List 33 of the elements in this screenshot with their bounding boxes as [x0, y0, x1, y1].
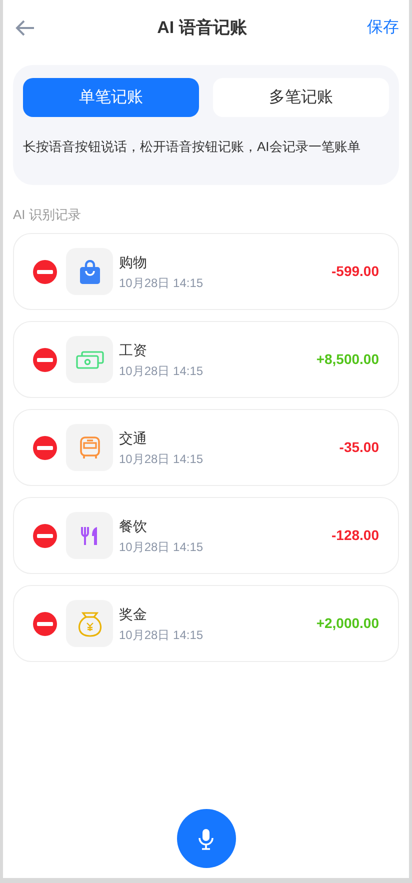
record-time: 10月28日 14:15: [119, 274, 204, 290]
shopping-bag-icon: [78, 260, 100, 284]
mode-tab[interactable]: 多笔记账: [213, 78, 389, 117]
category-name: 奖金: [119, 604, 148, 622]
category-name: 交通: [119, 428, 148, 446]
record-time: 10月28日 14:15: [119, 626, 204, 642]
amount-text: +2,000.00: [316, 614, 379, 633]
record-time: 10月28日 14:15: [119, 538, 204, 554]
money-bag-icon: [78, 610, 102, 636]
record-time: 10月28日 14:15: [119, 362, 204, 378]
delete-icon[interactable]: [33, 260, 57, 284]
banknotes-icon: [76, 350, 104, 368]
delete-icon[interactable]: [33, 436, 57, 460]
fork-knife-icon: [80, 526, 98, 546]
delete-icon[interactable]: [33, 524, 57, 548]
amount-text: -599.00: [332, 262, 379, 281]
amount-text: -35.00: [339, 438, 379, 457]
amount-text: +8,500.00: [316, 350, 379, 369]
category-name: 购物: [119, 252, 148, 270]
save-button[interactable]: 保存: [366, 16, 399, 40]
back-arrow-icon: [15, 19, 35, 37]
amount-text: -128.00: [332, 526, 379, 545]
section-title: AI 识别记录: [13, 206, 82, 224]
page-title: AI 语音记账: [157, 17, 247, 40]
delete-icon[interactable]: [33, 348, 57, 372]
delete-icon[interactable]: [33, 612, 57, 636]
category-name: 工资: [119, 340, 148, 358]
bus-icon: [78, 436, 100, 460]
mode-tab[interactable]: 单笔记账: [23, 78, 199, 117]
microphone-icon: [198, 828, 214, 850]
hint-text: 长按语音按钮说话，松开语音按钮记账，AI会记录一笔账单: [23, 138, 362, 156]
category-name: 餐饮: [119, 516, 148, 534]
record-time: 10月28日 14:15: [119, 450, 204, 466]
